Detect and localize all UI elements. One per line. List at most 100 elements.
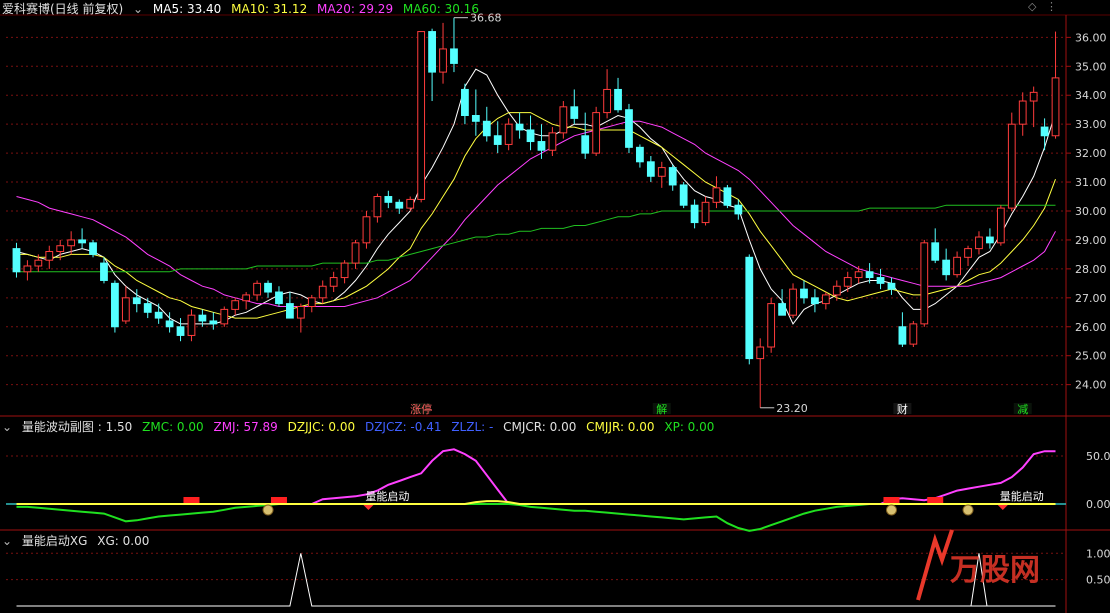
- red-diamond-icon: [997, 505, 1008, 510]
- red-signal-block: [883, 497, 900, 503]
- y-tick-label: 29.00: [1075, 234, 1107, 247]
- candle-body: [154, 311, 163, 319]
- y-tick-label: 0.00: [1086, 498, 1110, 511]
- candle-body: [296, 306, 305, 319]
- money-bag-icon: [262, 504, 274, 516]
- candle-body: [767, 303, 776, 348]
- candle-body: [942, 259, 951, 276]
- candle-body: [34, 259, 43, 267]
- money-bag-icon: [885, 504, 897, 516]
- candle-body: [439, 48, 447, 73]
- red-diamond-icon: [363, 505, 374, 510]
- y-tick-label: 50.00: [1086, 450, 1110, 463]
- collapse-icon[interactable]: ⌄: [133, 2, 143, 16]
- y-tick-label: 1.00: [1086, 547, 1110, 560]
- candle-body: [56, 245, 65, 253]
- candle-body: [636, 146, 644, 163]
- cmjcr-label: CMJCR: 0.00: [503, 420, 577, 434]
- candle-body: [931, 242, 940, 261]
- candle-body: [450, 48, 458, 64]
- candle-body: [778, 303, 786, 316]
- candle-body: [789, 288, 797, 316]
- y-tick-label: 32.00: [1075, 147, 1107, 160]
- candle-body: [78, 239, 86, 244]
- candle-body: [111, 282, 119, 328]
- diamond-icon[interactable]: ◇: [1028, 0, 1036, 13]
- panel3-header: ⌄ 量能启动XG XG: 0.00: [2, 532, 155, 549]
- watermark-logo: 万股网: [950, 553, 1040, 588]
- y-tick-label: 26.00: [1075, 321, 1107, 334]
- candle-body: [471, 115, 480, 122]
- ma-line-ma20: [16, 120, 1056, 307]
- candle-body: [920, 242, 929, 325]
- panel2-collapse-icon[interactable]: ⌄: [2, 420, 12, 434]
- candle-body: [253, 282, 261, 296]
- candle-body: [406, 198, 415, 209]
- y-tick-label: 28.00: [1075, 263, 1107, 276]
- candle-body: [340, 262, 349, 279]
- candle-body: [800, 288, 808, 299]
- candle-body: [690, 204, 699, 224]
- candle-body: [843, 277, 852, 287]
- candle-body: [537, 141, 546, 151]
- candle-body: [756, 346, 765, 360]
- candle-body: [975, 236, 983, 250]
- panel3-collapse-icon[interactable]: ⌄: [2, 534, 12, 548]
- candle-body: [428, 31, 436, 73]
- candle-body: [625, 109, 633, 148]
- candle-body: [165, 320, 174, 328]
- y-tick-label: 0.50: [1086, 574, 1110, 587]
- candle-body: [23, 265, 32, 273]
- candle-body: [67, 239, 76, 247]
- ma-line-ma10: [16, 112, 1056, 319]
- candle-body: [12, 248, 21, 273]
- candle-body: [1029, 91, 1038, 102]
- main-header: 爱科赛博(日线 前复权) ⌄ MA5: 33.40 MA10: 31.12 MA…: [2, 0, 485, 17]
- candle-body: [832, 285, 841, 296]
- candle-body: [898, 326, 907, 345]
- zlzl-label: ZLZL: -: [451, 420, 494, 434]
- candle-body: [723, 187, 732, 206]
- xg-label: XG: 0.00: [97, 534, 150, 548]
- candle-body: [679, 184, 688, 206]
- candle-body: [581, 135, 590, 154]
- candle-body: [242, 294, 251, 302]
- candle-body: [964, 248, 972, 258]
- candle-body: [504, 123, 513, 145]
- panel2-title: 量能波动副图 : 1.50: [21, 420, 133, 434]
- ma20-label: MA20: 29.29: [317, 2, 394, 16]
- candle-body: [493, 135, 502, 145]
- candle-body: [876, 277, 885, 284]
- main-title: 爱科赛博(日线 前复权): [2, 2, 124, 16]
- ma-line-ma60: [16, 204, 1056, 273]
- candle-body: [548, 132, 557, 151]
- ma60-label: MA60: 30.16: [402, 2, 479, 16]
- ma10-label: MA10: 31.12: [231, 2, 308, 16]
- candle-body: [482, 120, 491, 137]
- candle-body: [996, 207, 1005, 244]
- indicator-line-zmj: [16, 448, 1056, 505]
- logo-arrow-icon: [916, 529, 954, 601]
- event-label: 减: [1017, 403, 1028, 416]
- candle-body: [854, 271, 863, 279]
- candle-body: [646, 161, 655, 177]
- candle-body: [1040, 126, 1049, 137]
- settings-icon[interactable]: ⋮: [1046, 0, 1057, 13]
- candle-body: [570, 106, 579, 119]
- candle-body: [865, 271, 874, 279]
- low-annotation: 23.20: [776, 402, 808, 415]
- candle-body: [1051, 77, 1060, 137]
- zmj-label: ZMJ: 57.89: [213, 420, 278, 434]
- candle-body: [461, 88, 469, 116]
- signal-label: 量能启动: [365, 489, 409, 503]
- candle-body: [953, 256, 961, 276]
- candle-body: [231, 300, 240, 310]
- y-tick-label: 33.00: [1075, 118, 1107, 131]
- dzjcz-label: DZJCZ: -0.41: [364, 420, 442, 434]
- dzjjc-label: DZJJC: 0.00: [287, 420, 356, 434]
- candle-body: [668, 167, 677, 186]
- red-signal-block: [183, 497, 200, 503]
- candle-body: [187, 314, 196, 336]
- candle-body: [89, 242, 97, 255]
- candle-body: [351, 242, 360, 264]
